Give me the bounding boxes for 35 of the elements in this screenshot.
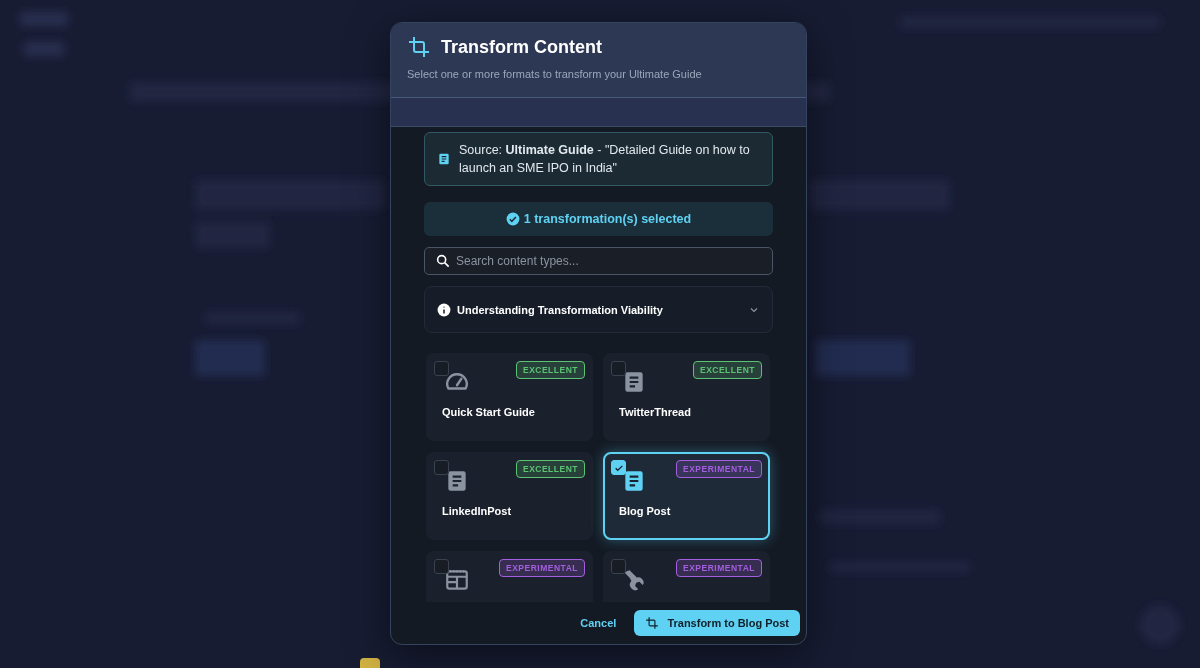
document-icon (437, 152, 451, 166)
rating-badge: EXCELLENT (692, 361, 762, 379)
search-field[interactable]: Search content types... (424, 247, 773, 275)
format-card[interactable]: EXPERIMENTAL Blog Post (603, 452, 770, 540)
format-card[interactable]: EXCELLENT LinkedInPost (426, 452, 593, 540)
format-name: LinkedInPost (442, 505, 513, 517)
check-circle-icon (505, 212, 520, 226)
checkbox[interactable] (434, 559, 449, 574)
crop-icon (407, 35, 431, 59)
newspaper-icon (444, 567, 470, 593)
source-text: Source: Ultimate Guide - "Detailed Guide on how to launch an SME IPO in India" (459, 142, 751, 177)
cancel-button[interactable]: Cancel (574, 616, 623, 630)
info-icon (437, 302, 451, 317)
checkbox[interactable] (611, 559, 626, 574)
rating-badge: EXCELLENT (515, 361, 585, 379)
format-card[interactable]: EXCELLENT TwitterThread (603, 353, 770, 441)
accordion-header[interactable]: Understanding Transformation Viability (424, 286, 773, 333)
checkbox[interactable] (434, 361, 449, 376)
checkbox[interactable] (434, 460, 449, 475)
rating-badge: EXPERIMENTAL (499, 559, 585, 577)
format-name: TwitterThread (619, 406, 692, 418)
dialog-title: Transform Content (441, 36, 602, 58)
checkbox[interactable] (611, 361, 626, 376)
format-name: Blog Post (619, 505, 672, 517)
crop-icon (645, 616, 660, 630)
transform-button[interactable]: Transform to Blog Post (634, 610, 800, 636)
format-name: Quick Start Guide (442, 406, 536, 418)
rating-badge: EXCELLENT (515, 460, 585, 478)
sticky-note-icon (360, 658, 380, 668)
selection-summary: 1 transformation(s) selected (523, 212, 692, 226)
dialog-subtitle: Select one or more formats to transform your Ultimate Guide (407, 68, 703, 80)
rating-badge: EXPERIMENTAL (676, 460, 762, 478)
format-card[interactable]: EXCELLENT Quick Start Guide (426, 353, 593, 441)
accordion-title: Understanding Transformation Viability (457, 303, 664, 316)
rating-badge: EXPERIMENTAL (676, 559, 762, 577)
